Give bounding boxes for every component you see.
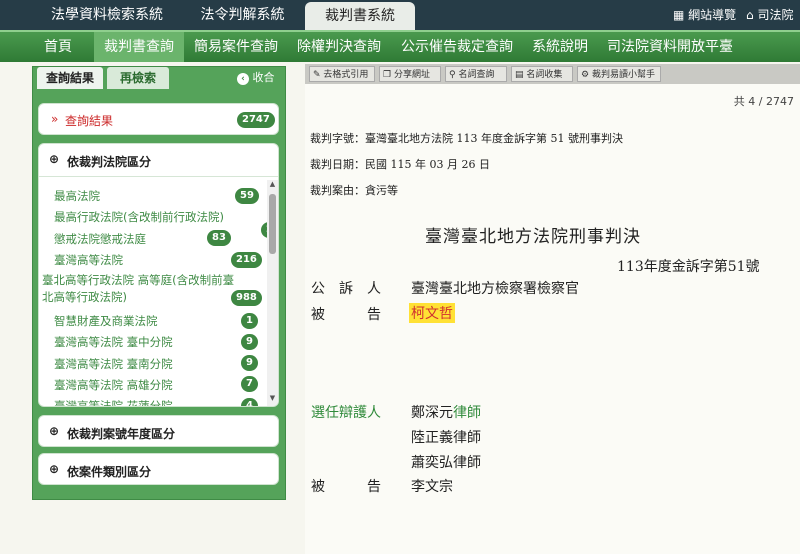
case-no-row: 裁判字號：臺灣臺北地方法院 113 年度金訴字第 51 號刑事判決 (310, 132, 623, 145)
sitemap-icon: ▦ (673, 8, 685, 22)
judicial-link[interactable]: ⌂ 司法院首 (746, 0, 800, 52)
list-item[interactable]: 臺北高等行政法院 高等庭(含改制前臺北高等行政法院) (42, 272, 244, 306)
defendant2-label: 被 告 (311, 479, 381, 495)
list-item[interactable]: 臺灣高等法院 花蓮分院 (54, 398, 173, 406)
nav-public-notice[interactable]: 公示催告裁定查詢 (396, 32, 518, 62)
tab-law-search[interactable]: 法學資料檢索系統 (32, 0, 182, 30)
term-query-button[interactable]: ⚲ 名詞查詢 (445, 66, 507, 82)
lawyer-3: 蕭奕弘律師 (411, 455, 481, 471)
count-badge: 1 (241, 313, 258, 329)
gear-icon: ⚙ (581, 70, 590, 80)
sitemap-label: 網站導覽 (688, 8, 737, 22)
defendant-label: 被 告 (311, 307, 381, 323)
sitemap-link[interactable]: ▦ 網站導覽 (673, 0, 736, 30)
term-collect-button[interactable]: ▤ 名詞收集 (511, 66, 573, 82)
category-section-title: 依案件類別區分 (67, 465, 152, 479)
results-count-badge: 2747 (237, 112, 275, 128)
scroll-down-icon[interactable]: ▼ (267, 394, 278, 404)
collapse-label: 收合 (252, 71, 275, 84)
results-label: 查詢結果 (65, 114, 114, 128)
nav-exclusion-judgment[interactable]: 除權判決查詢 (292, 32, 386, 62)
eraser-icon: ✎ (313, 70, 321, 80)
nav-system-help[interactable]: 系統說明 (526, 32, 594, 62)
pager-text: 共 4 / 2747 (733, 95, 794, 108)
count-badge: 7 (241, 376, 258, 392)
nav-judgment-search[interactable]: 裁判書查詢 (94, 32, 184, 62)
results-arrow-icon: » (51, 112, 59, 126)
defense-label: 選任辯護人 (311, 405, 381, 421)
count-badge: 9 (241, 355, 258, 371)
list-item[interactable]: 懲戒法院懲戒法庭 (54, 231, 146, 247)
main-nav: 首頁 裁判書查詢 簡易案件查詢 除權判決查詢 公示催告裁定查詢 系統說明 司法院… (0, 30, 800, 62)
home-icon: ⌂ (746, 8, 754, 22)
doc-toolbar: ✎ 去格式引用 ❐ 分享網址 ⚲ 名詞查詢 ▤ 名詞收集 ⚙ 裁判易讀小幫手 (305, 64, 800, 84)
year-section-title: 依裁判案號年度區分 (67, 427, 176, 441)
count-badge: 83 (207, 230, 231, 246)
court-list-scrollbar[interactable]: ▲ ▼ (267, 180, 278, 406)
list-item[interactable]: 臺灣高等法院 高雄分院 (54, 377, 173, 393)
list-item[interactable]: 最高行政法院(含改制前行政法院) (54, 209, 224, 225)
scroll-up-icon[interactable]: ▲ (267, 180, 278, 190)
list-item[interactable]: 臺灣高等法院 臺中分院 (54, 334, 173, 350)
document-icon: ▤ (515, 70, 524, 80)
tab-query-results[interactable]: 查詢結果 (37, 67, 103, 89)
defendant2-name: 李文宗 (411, 479, 453, 495)
list-item[interactable]: 臺灣高等法院 臺南分院 (54, 356, 173, 372)
judgment-title: 臺灣臺北地方法院刑事判決 (425, 227, 641, 247)
count-badge: 59 (235, 188, 259, 204)
prosecutor: 臺灣臺北地方檢察署檢察官 (411, 281, 579, 297)
readability-helper-button[interactable]: ⚙ 裁判易讀小幫手 (577, 66, 661, 82)
nav-simple-case[interactable]: 簡易案件查詢 (190, 32, 282, 62)
defendant-name[interactable]: 柯文哲 (409, 303, 455, 323)
year-section-header[interactable]: ⊕ 依裁判案號年度區分 (38, 415, 279, 447)
unformat-cite-button[interactable]: ✎ 去格式引用 (309, 66, 375, 82)
count-badge: 9 (241, 334, 258, 350)
lawyer-1: 鄭深元律師 (411, 405, 481, 421)
court-section-title: 依裁判法院區分 (67, 155, 152, 169)
prosecutor-label: 公 訴 人 (311, 281, 381, 297)
nav-home[interactable]: 首頁 (28, 32, 88, 62)
chevron-left-icon: ‹ (237, 73, 249, 85)
judgment-content: ✎ 去格式引用 ❐ 分享網址 ⚲ 名詞查詢 ▤ 名詞收集 ⚙ 裁判易讀小幫手 共… (305, 64, 800, 554)
case-reference: 113年度金訴字第51號 (617, 259, 760, 275)
court-list: 最高法院 59 最高行政法院(含改制前行政法院) 299 懲戒法院懲戒法庭 83… (39, 180, 278, 406)
copy-icon: ❐ (383, 70, 392, 80)
top-system-bar: 法學資料檢索系統 法令判解系統 裁判書系統 ▦ 網站導覽 ⌂ 司法院首 (0, 0, 800, 52)
scroll-thumb[interactable] (269, 194, 276, 254)
tab-regulations[interactable]: 法令判解系統 (190, 0, 295, 30)
list-item[interactable]: 智慧財產及商業法院 (54, 313, 158, 329)
cause-row: 裁判案由：貪污等 (310, 184, 398, 197)
lawyer-2: 陸正義律師 (411, 430, 481, 446)
results-box[interactable]: » 查詢結果 2747 (38, 103, 279, 135)
share-url-button[interactable]: ❐ 分享網址 (379, 66, 441, 82)
court-section: ⊕ 依裁判法院區分 最高法院 59 最高行政法院(含改制前行政法院) 299 懲… (38, 143, 279, 407)
nav-open-data[interactable]: 司法院資料開放平臺 (600, 32, 740, 62)
collapse-button[interactable]: ‹ 收合 (237, 69, 283, 87)
count-badge: 4 (241, 398, 258, 406)
count-badge: 988 (231, 290, 262, 306)
category-section-header[interactable]: ⊕ 依案件類別區分 (38, 453, 279, 485)
tab-judgments[interactable]: 裁判書系統 (305, 2, 415, 30)
date-row: 裁判日期：民國 115 年 03 月 26 日 (310, 158, 490, 171)
tab-research[interactable]: 再檢索 (107, 67, 169, 89)
sidebar: 查詢結果 再檢索 ‹ 收合 » 查詢結果 2747 ⊕ 依裁判法院區分 最高法院… (32, 66, 286, 500)
plus-circle-icon: ⊕ (49, 424, 60, 438)
plus-circle-icon: ⊕ (49, 462, 60, 476)
search-icon: ⚲ (449, 70, 456, 80)
list-item[interactable]: 最高法院 (54, 188, 100, 204)
list-item[interactable]: 臺灣高等法院 (54, 252, 123, 268)
count-badge: 216 (231, 252, 262, 268)
court-section-header[interactable]: ⊕ 依裁判法院區分 (39, 144, 278, 177)
plus-circle-icon: ⊕ (49, 152, 60, 166)
